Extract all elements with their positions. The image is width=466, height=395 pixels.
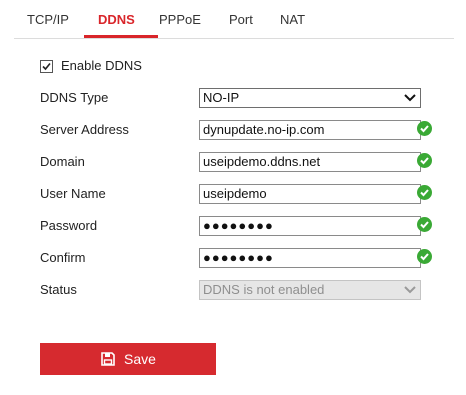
ddns-type-select[interactable]: NO-IP: [199, 88, 421, 108]
enable-ddns-checkbox[interactable]: [40, 60, 53, 73]
tab-port[interactable]: Port: [229, 12, 253, 28]
tab-tcpip[interactable]: TCP/IP: [27, 12, 69, 28]
user-name-label: User Name: [40, 186, 106, 201]
password-row: Password: [40, 216, 440, 236]
server-address-input[interactable]: [199, 120, 421, 140]
tab-nat[interactable]: NAT: [280, 12, 305, 28]
status-select: DDNS is not enabled: [199, 280, 421, 300]
check-circle-icon: [417, 185, 432, 200]
server-address-row: Server Address: [40, 120, 440, 140]
check-circle-icon: [417, 121, 432, 136]
domain-label: Domain: [40, 154, 85, 169]
tab-bar: TCP/IP DDNS PPPoE Port NAT: [14, 0, 454, 39]
server-address-label: Server Address: [40, 122, 129, 137]
confirm-input[interactable]: [199, 248, 421, 268]
enable-ddns-label: Enable DDNS: [61, 58, 142, 73]
save-button[interactable]: Save: [40, 343, 216, 375]
enable-ddns-row: Enable DDNS: [40, 58, 240, 76]
domain-row: Domain: [40, 152, 440, 172]
active-tab-indicator: [84, 35, 158, 38]
status-row: Status DDNS is not enabled: [40, 280, 440, 300]
ddns-type-row: DDNS Type NO-IP: [40, 88, 440, 108]
chevron-down-icon: [404, 94, 416, 102]
confirm-label: Confirm: [40, 250, 86, 265]
checkbox-checked-icon: [42, 62, 51, 71]
check-circle-icon: [417, 217, 432, 232]
ddns-type-value: NO-IP: [203, 90, 240, 105]
chevron-down-icon: [404, 286, 416, 294]
check-circle-icon: [417, 153, 432, 168]
status-label: Status: [40, 282, 77, 297]
user-name-row: User Name: [40, 184, 440, 204]
save-button-label: Save: [124, 351, 156, 367]
ddns-type-label: DDNS Type: [40, 90, 109, 105]
password-input[interactable]: [199, 216, 421, 236]
status-value: DDNS is not enabled: [203, 282, 325, 297]
password-label: Password: [40, 218, 98, 233]
domain-input[interactable]: [199, 152, 421, 172]
confirm-row: Confirm: [40, 248, 440, 268]
user-name-input[interactable]: [199, 184, 421, 204]
tab-pppoe[interactable]: PPPoE: [159, 12, 201, 28]
check-circle-icon: [417, 249, 432, 264]
tab-ddns[interactable]: DDNS: [98, 12, 135, 28]
floppy-disk-icon: [101, 352, 115, 366]
